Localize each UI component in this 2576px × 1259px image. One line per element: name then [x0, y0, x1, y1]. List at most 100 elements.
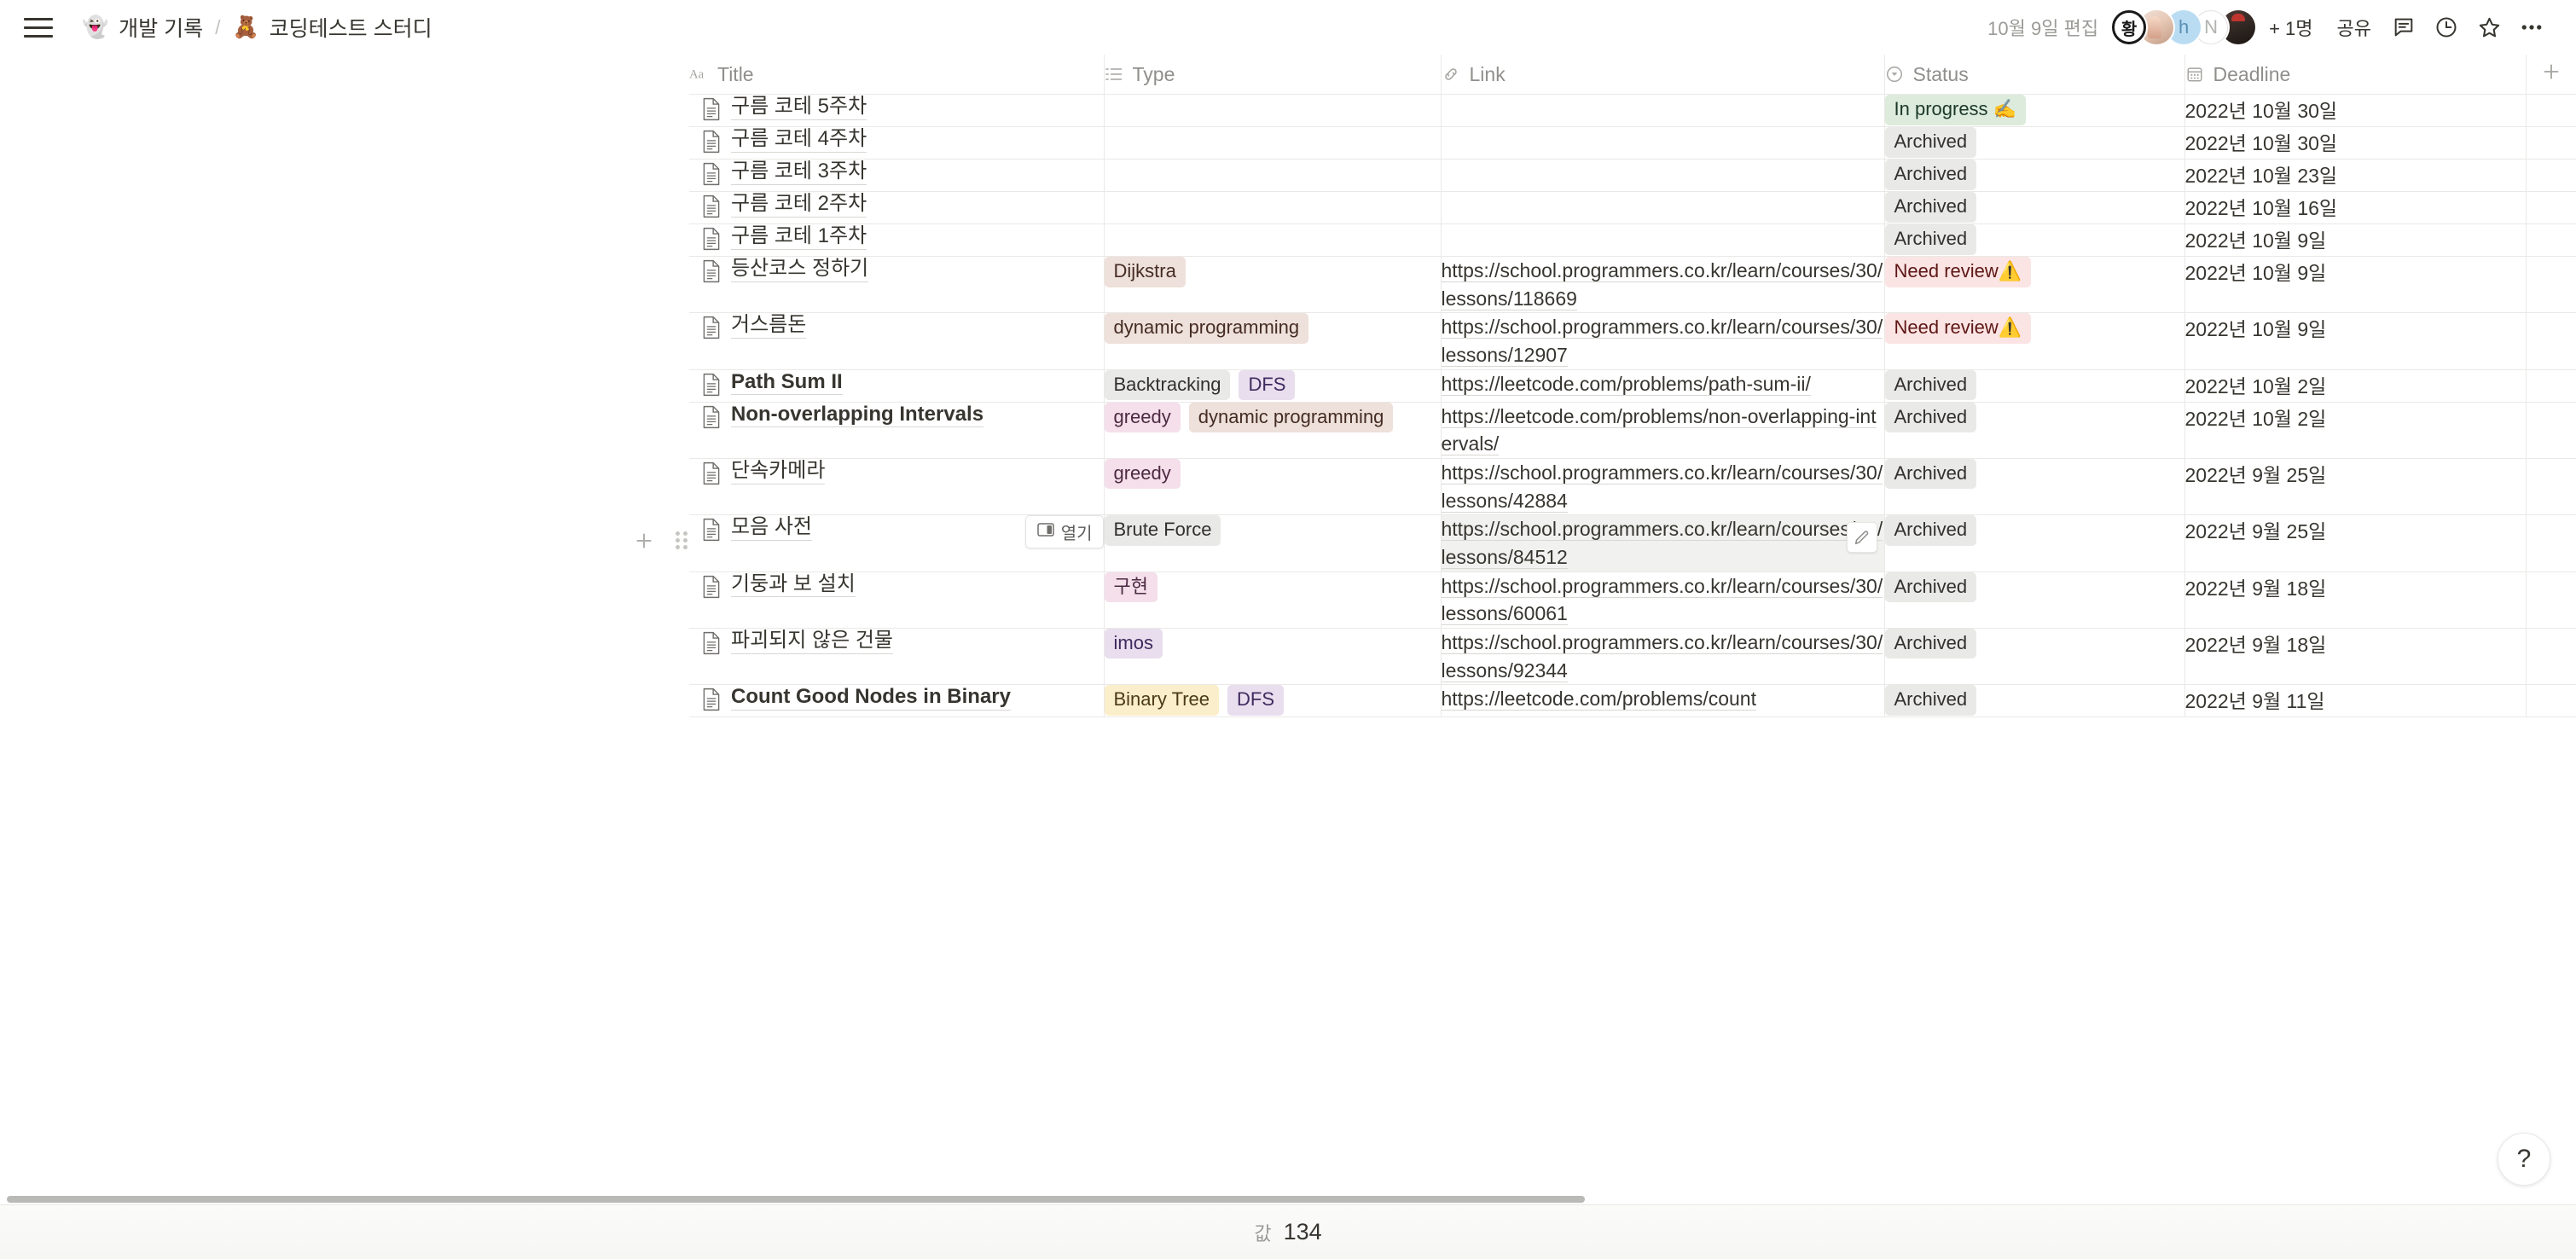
comment-icon[interactable]	[2385, 9, 2422, 46]
edit-pencil-icon[interactable]	[1846, 522, 1877, 554]
cell-deadline[interactable]: 2022년 10월 30일	[2184, 94, 2527, 127]
cell-title[interactable]: Non-overlapping Intervals	[689, 402, 1105, 459]
cell-title[interactable]: 등산코스 정하기	[689, 256, 1105, 314]
row-title-link[interactable]: 구름 코테 4주차	[731, 127, 867, 153]
status-badge[interactable]: Archived	[1884, 192, 1977, 223]
table-row[interactable]: Count Good Nodes in Binary Binary Tree DFS…	[689, 684, 2576, 718]
table-row[interactable]: 구름 코테 4주차 Archived 2022년 10월 30일	[689, 126, 2576, 160]
hamburger-menu-icon[interactable]	[24, 13, 53, 42]
open-page-button[interactable]: 열기	[1024, 515, 1104, 549]
cell-title[interactable]: Count Good Nodes in Binary	[689, 684, 1105, 718]
cell-status[interactable]: Archived	[1884, 684, 2185, 718]
drag-handle-icon[interactable]	[669, 528, 694, 554]
cell-deadline[interactable]: 2022년 10월 23일	[2184, 159, 2527, 192]
cell-link[interactable]: https://leetcode.com/problems/path-sum-i…	[1441, 369, 1885, 403]
cell-link[interactable]: https://school.programmers.co.kr/learn/c…	[1441, 256, 1885, 314]
type-tag[interactable]: DFS	[1227, 685, 1284, 716]
cell-deadline[interactable]: 2022년 10월 2일	[2184, 369, 2527, 403]
cell-title[interactable]: 구름 코테 5주차	[689, 94, 1105, 127]
cell-link[interactable]: https://school.programmers.co.kr/learn/c…	[1441, 628, 1885, 686]
type-tag[interactable]: Backtracking	[1104, 369, 1231, 401]
column-header-type[interactable]: Type	[1104, 55, 1442, 95]
column-header-deadline[interactable]: Deadline	[2184, 55, 2527, 95]
cell-deadline[interactable]: 2022년 10월 9일	[2184, 223, 2527, 257]
type-tag[interactable]: greedy	[1104, 402, 1181, 433]
column-header-link[interactable]: Link	[1441, 55, 1885, 95]
cell-deadline[interactable]: 2022년 9월 25일	[2184, 458, 2527, 516]
cell-status[interactable]: Need review⚠️	[1884, 312, 2185, 370]
cell-type[interactable]	[1104, 191, 1442, 224]
cell-link[interactable]: https://leetcode.com/problems/non-overla…	[1441, 402, 1885, 459]
share-button[interactable]: 공유	[2329, 9, 2380, 46]
cell-title[interactable]: 모음 사전 열기	[689, 514, 1105, 572]
column-header-title[interactable]: Aa Title	[689, 55, 1105, 95]
table-row[interactable]: 구름 코테 3주차 Archived 2022년 10월 23일	[689, 159, 2576, 192]
cell-title[interactable]: 단속카메라	[689, 458, 1105, 516]
more-horizontal-icon[interactable]	[2513, 9, 2550, 46]
cell-type[interactable]: greedy	[1104, 458, 1442, 516]
status-badge[interactable]: Archived	[1884, 685, 1977, 716]
table-row[interactable]: 단속카메라 greedy https://school.programmers.co…	[689, 458, 2576, 516]
cell-title[interactable]: 구름 코테 2주차	[689, 191, 1105, 224]
cell-type[interactable]	[1104, 94, 1442, 127]
status-badge[interactable]: Need review⚠️	[1884, 313, 2032, 344]
row-title-link[interactable]: 구름 코테 2주차	[731, 192, 867, 218]
cell-type[interactable]: Binary Tree DFS	[1104, 684, 1442, 718]
cell-type[interactable]: greedy dynamic programming	[1104, 402, 1442, 459]
cell-deadline[interactable]: 2022년 10월 9일	[2184, 256, 2527, 314]
row-title-link[interactable]: 단속카메라	[731, 459, 826, 484]
column-header-status[interactable]: Status	[1884, 55, 2185, 95]
cell-status[interactable]: In progress ✍️	[1884, 94, 2185, 127]
cell-link[interactable]	[1441, 94, 1885, 127]
cell-type[interactable]	[1104, 223, 1442, 257]
type-tag[interactable]: dynamic programming	[1104, 313, 1309, 344]
link-url[interactable]: https://leetcode.com/problems/count	[1441, 688, 1756, 711]
status-badge[interactable]: In progress ✍️	[1884, 95, 2027, 125]
cell-type[interactable]: 구현	[1104, 571, 1442, 629]
table-row[interactable]: 등산코스 정하기 Dijkstra https://school.programme…	[689, 256, 2576, 314]
breadcrumb-current[interactable]: 🧸 코딩테스트 스터디	[225, 9, 438, 46]
cell-title[interactable]: 구름 코테 1주차	[689, 223, 1105, 257]
table-row[interactable]: 구름 코테 5주차 In progress ✍️ 2022년 10월 30일	[689, 94, 2576, 127]
cell-status[interactable]: Archived	[1884, 571, 2185, 629]
cell-link[interactable]	[1441, 159, 1885, 192]
scrollbar-thumb[interactable]	[7, 1196, 1585, 1203]
row-title-link[interactable]: 파괴되지 않은 건물	[731, 629, 893, 654]
cell-type[interactable]: Brute Force	[1104, 514, 1442, 572]
type-tag[interactable]: Binary Tree	[1104, 685, 1219, 716]
cell-status[interactable]: Archived	[1884, 369, 2185, 403]
row-title-link[interactable]: Path Sum II	[731, 370, 843, 396]
cell-type[interactable]	[1104, 159, 1442, 192]
cell-deadline[interactable]: 2022년 9월 25일	[2184, 514, 2527, 572]
type-tag[interactable]: DFS	[1239, 369, 1296, 401]
table-row[interactable]: 거스름돈 dynamic programming https://school.pr…	[689, 312, 2576, 370]
cell-link[interactable]	[1441, 126, 1885, 160]
status-badge[interactable]: Archived	[1884, 224, 1977, 255]
type-tag[interactable]: Brute Force	[1104, 515, 1221, 546]
cell-link[interactable]: https://school.programmers.co.kr/learn/c…	[1441, 312, 1885, 370]
table-row[interactable]: 구름 코테 1주차 Archived 2022년 10월 9일	[689, 223, 2576, 257]
cell-status[interactable]: Archived	[1884, 458, 2185, 516]
cell-status[interactable]: Archived	[1884, 159, 2185, 192]
cell-status[interactable]: Need review⚠️	[1884, 256, 2185, 314]
link-url[interactable]: https://school.programmers.co.kr/learn/c…	[1441, 316, 1883, 367]
star-icon[interactable]	[2470, 9, 2508, 46]
table-row[interactable]: 파괴되지 않은 건물 imos https://school.programmers…	[689, 628, 2576, 686]
row-title-link[interactable]: 거스름돈	[731, 313, 807, 339]
cell-title[interactable]: Path Sum II	[689, 369, 1105, 403]
help-button[interactable]: ?	[2498, 1133, 2550, 1186]
link-url[interactable]: https://leetcode.com/problems/non-overla…	[1441, 404, 1877, 456]
cell-title[interactable]: 구름 코테 4주차	[689, 126, 1105, 160]
cell-title[interactable]: 기둥과 보 설치	[689, 571, 1105, 629]
row-title-link[interactable]: 구름 코테 1주차	[731, 224, 867, 250]
table-row[interactable]: 모음 사전 열기 Brute Force https://school.program…	[689, 514, 2576, 572]
cell-deadline[interactable]: 2022년 10월 16일	[2184, 191, 2527, 224]
type-tag[interactable]: 구현	[1104, 571, 1157, 603]
cell-type[interactable]: Dijkstra	[1104, 256, 1442, 314]
cell-deadline[interactable]: 2022년 9월 18일	[2184, 628, 2527, 686]
cell-link[interactable]: https://leetcode.com/problems/count	[1441, 684, 1885, 718]
type-tag[interactable]: Dijkstra	[1104, 257, 1186, 287]
cell-type[interactable]: dynamic programming	[1104, 312, 1442, 370]
type-tag[interactable]: dynamic programming	[1188, 402, 1394, 433]
cell-link[interactable]: https://school.programmers.co.kr/learn/c…	[1441, 514, 1885, 572]
